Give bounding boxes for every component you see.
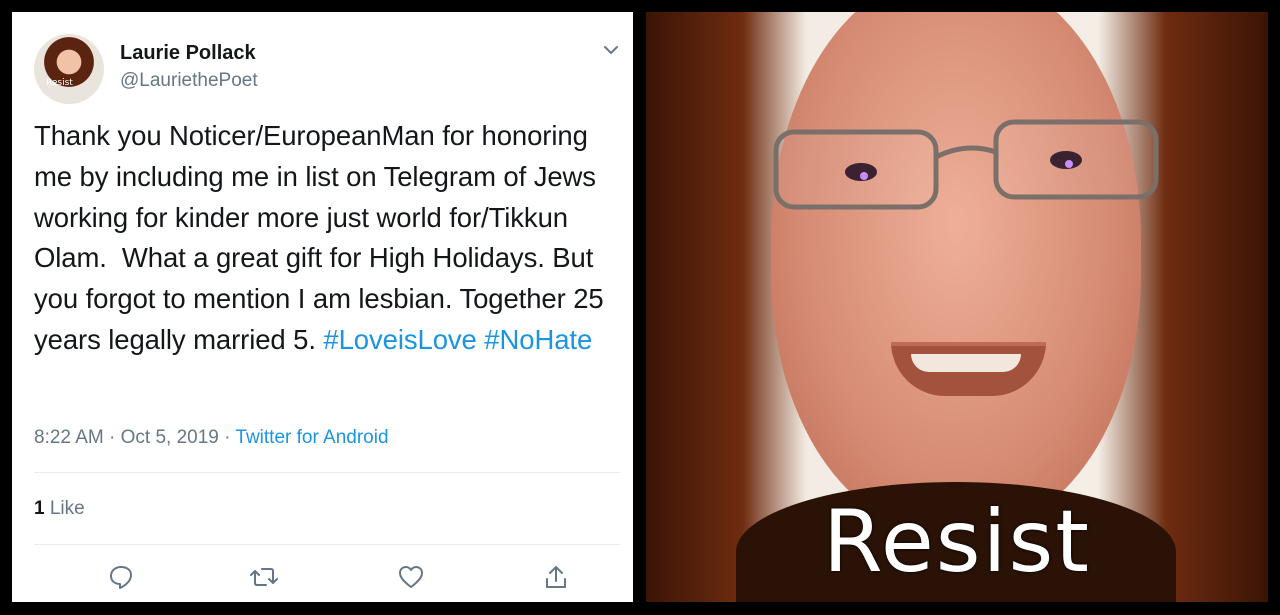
user-handle[interactable]: @LauriethePoet <box>120 70 258 92</box>
teeth <box>911 354 1021 372</box>
meta-separator: · <box>224 427 231 448</box>
tweet-time[interactable]: 8:22 AM <box>34 427 104 448</box>
like-count[interactable]: 1 Like <box>34 498 85 520</box>
tweet-body: Thank you Noticer/EuropeanMan for honori… <box>34 120 612 355</box>
like-count-label: Like <box>49 498 85 519</box>
profile-photo: Resist <box>646 12 1268 602</box>
share-icon[interactable] <box>539 560 573 594</box>
like-count-number: 1 <box>34 498 45 519</box>
chevron-down-icon[interactable] <box>601 40 621 60</box>
divider <box>34 544 620 545</box>
tweet-actions <box>34 560 620 600</box>
tweet-header: Resist Laurie Pollack @LauriethePoet <box>34 34 619 104</box>
meta-separator: · <box>109 427 116 448</box>
tweet-text: Thank you Noticer/EuropeanMan for honori… <box>34 116 624 361</box>
like-icon[interactable] <box>394 560 428 594</box>
tweet-card: Resist Laurie Pollack @LauriethePoet Tha… <box>12 12 633 602</box>
tweet-source-link[interactable]: Twitter for Android <box>235 427 388 448</box>
face <box>771 12 1141 532</box>
avatar[interactable]: Resist <box>34 34 104 104</box>
retweet-icon[interactable] <box>247 560 281 594</box>
hashtag-link[interactable]: #LoveisLove <box>323 324 476 355</box>
divider <box>34 472 620 473</box>
tweet-meta: 8:22 AM · Oct 5, 2019 · Twitter for Andr… <box>34 427 389 449</box>
photo-caption: Resist <box>822 492 1092 592</box>
tweet-date[interactable]: Oct 5, 2019 <box>121 427 219 448</box>
glasses-illustration <box>773 119 1159 210</box>
reply-icon[interactable] <box>104 560 138 594</box>
avatar-label: Resist <box>46 78 73 88</box>
display-name[interactable]: Laurie Pollack <box>120 42 256 65</box>
hashtag-link[interactable]: #NoHate <box>484 324 592 355</box>
